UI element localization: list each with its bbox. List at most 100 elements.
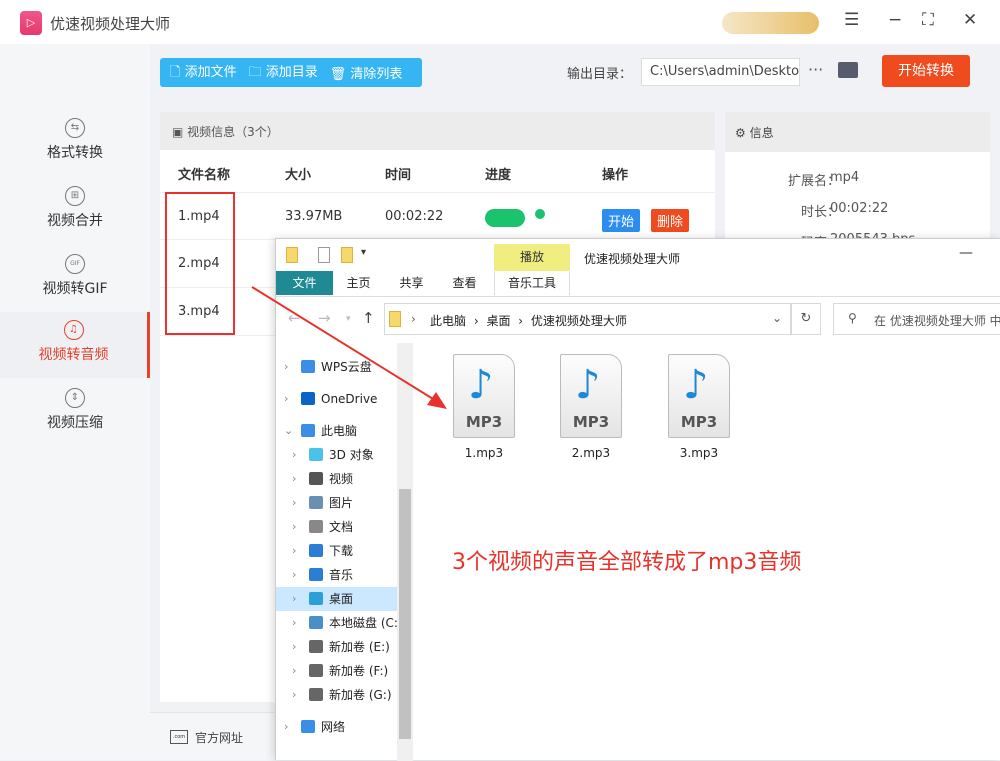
close-button[interactable]: ✕ (963, 10, 977, 30)
tab-file[interactable]: 文件 (276, 271, 333, 295)
file-explorer-window: ▾ 播放 优速视频处理大师 — 文件 主页 共享 查看 音乐工具 ← → ▾ ↑… (275, 238, 1000, 760)
nav-item[interactable]: ›桌面 (276, 587, 397, 611)
chevron-right-icon[interactable]: › (284, 355, 288, 379)
vip-badge[interactable] (722, 12, 819, 34)
explorer-minimize-button[interactable]: — (959, 245, 973, 261)
nav-item[interactable]: › 本地磁盘 (C: (276, 611, 397, 635)
clear-list-button[interactable]: 🗑 清除列表 (330, 63, 403, 82)
sidebar-item-video-to-gif[interactable]: GIF视频转GIF (0, 246, 150, 312)
nav-item[interactable]: ›OneDrive (276, 387, 397, 411)
file-item[interactable]: ♪MP33.mp3 (654, 354, 744, 460)
nav-item-label: 本地磁盘 (C: (329, 611, 397, 635)
recent-dropdown[interactable]: ▾ (346, 314, 351, 324)
nav-item[interactable]: ›WPS云盘 (276, 355, 397, 379)
nav-item[interactable]: ⌄ 此电脑 (276, 419, 397, 443)
sidebar-item-format-convert[interactable]: ⇆格式转换 (0, 110, 150, 176)
refresh-button[interactable]: ↻ (791, 303, 821, 335)
nav-item[interactable]: ›新加卷 (G:) (276, 683, 397, 707)
chevron-right-icon[interactable]: › (292, 515, 296, 539)
nav-item[interactable]: ›音乐 (276, 563, 397, 587)
nav-item[interactable]: ›图片 (276, 491, 397, 515)
chevron-right-icon[interactable]: › (284, 715, 288, 739)
explorer-title: 优速视频处理大师 (584, 250, 680, 267)
website-link[interactable]: 官方网址 (195, 729, 243, 746)
nav-item-icon (301, 424, 315, 437)
file-label: 2.mp3 (546, 446, 636, 460)
scrollbar-thumb[interactable] (399, 489, 411, 739)
info-panel-title: 信息 (750, 126, 774, 140)
nav-item-label: 新加卷 (F:) (329, 659, 388, 683)
nav-item[interactable]: › 新加卷 (E:) (276, 635, 397, 659)
output-dir-input[interactable]: C:\Users\admin\Deskto (641, 58, 800, 86)
file-item[interactable]: ♪MP32.mp3 (546, 354, 636, 460)
more-button[interactable]: ··· (808, 60, 823, 79)
forward-button[interactable]: → (318, 309, 331, 327)
maximize-button[interactable]: ⛶ (922, 10, 934, 30)
add-file-button[interactable]: 🗋 添加文件 (170, 61, 237, 85)
tab-view[interactable]: 查看 (442, 271, 487, 295)
chevron-right-icon[interactable]: › (292, 491, 296, 515)
sidebar-item-label: 视频转音频 (39, 347, 109, 363)
address-bar[interactable]: › 此电脑 › 桌面 › 优速视频处理大师 ⌄ (384, 303, 791, 335)
up-button[interactable]: ↑ (362, 309, 375, 327)
sidebar-item-video-merge[interactable]: ⊞视频合并 (0, 178, 150, 244)
breadcrumb-item[interactable]: 优速视频处理大师 (531, 314, 627, 328)
folder-icon[interactable] (838, 62, 858, 78)
nav-item[interactable]: › 新加卷 (F:) (276, 659, 397, 683)
minimize-button[interactable]: − (888, 10, 902, 30)
search-input[interactable]: ⚲在 优速视频处理大师 中 (833, 303, 1000, 335)
nav-item-icon (309, 592, 323, 605)
nav-item-icon (301, 360, 315, 373)
address-dropdown-icon[interactable]: ⌄ (772, 311, 782, 325)
sidebar-item-video-compress[interactable]: ⇕视频压缩 (0, 380, 150, 446)
footer: .com 官方网址 (150, 712, 275, 760)
divider (276, 296, 1000, 297)
chevron-right-icon[interactable]: › (292, 587, 296, 611)
nav-item[interactable]: ›视频 (276, 467, 397, 491)
nav-item-label: 此电脑 (321, 419, 357, 443)
menu-icon[interactable]: ☰ (844, 10, 859, 30)
nav-item[interactable]: ›文档 (276, 515, 397, 539)
nav-item-label: 3D 对象 (329, 443, 374, 467)
chevron-right-icon[interactable]: › (292, 635, 296, 659)
chevron-right-icon[interactable]: › (292, 563, 296, 587)
sidebar-item-video-to-audio[interactable]: ♫视频转音频 (0, 312, 150, 378)
add-directory-button[interactable]: 🗀 添加目录 (249, 61, 318, 85)
nav-item-icon (309, 520, 323, 533)
chevron-right-icon[interactable]: › (292, 443, 296, 467)
file-toolbar: 🗋 添加文件 🗀 添加目录 🗑 清除列表 (160, 58, 422, 87)
breadcrumb-item[interactable]: 此电脑 (430, 314, 466, 328)
file-label: 1.mp3 (439, 446, 529, 460)
new-folder-icon[interactable] (341, 247, 353, 263)
play-context-tab: 播放 (494, 244, 570, 271)
nav-item[interactable]: › 3D 对象 (276, 443, 397, 467)
start-button[interactable]: 开始 (602, 209, 640, 232)
customize-dropdown-icon[interactable]: ▾ (361, 247, 366, 258)
tab-share[interactable]: 共享 (389, 271, 434, 295)
tab-home[interactable]: 主页 (336, 271, 381, 295)
chevron-right-icon[interactable]: › (292, 683, 296, 707)
table-row[interactable]: 1.mp4 33.97MB 00:02:22 开始 删除 (160, 192, 715, 240)
delete-button[interactable]: 删除 (651, 209, 689, 232)
search-icon: ⚲ (848, 311, 857, 325)
breadcrumb-item[interactable]: 桌面 (486, 314, 510, 328)
navigation-pane: ›WPS云盘 ›OneDrive ⌄ 此电脑 › 3D 对象›视频›图片›文档›下载›音乐… (276, 343, 413, 761)
chevron-right-icon[interactable]: › (292, 539, 296, 563)
file-item[interactable]: ♪MP31.mp3 (439, 354, 529, 460)
chevron-right-icon[interactable]: › (292, 611, 296, 635)
file-duration: 00:02:22 (385, 209, 443, 224)
back-button[interactable]: ← (288, 309, 301, 327)
chevron-right-icon[interactable]: › (284, 387, 288, 411)
nav-item-label: 新加卷 (E:) (329, 635, 390, 659)
nav-item[interactable]: ›网络 (276, 715, 397, 739)
column-header: 时间 (385, 164, 411, 183)
tab-music-tools[interactable]: 音乐工具 (494, 271, 570, 295)
video-panel-title: 视频信息（3个） (187, 125, 279, 139)
start-convert-button[interactable]: 开始转换 (882, 55, 970, 87)
chevron-right-icon[interactable]: › (292, 467, 296, 491)
chevron-right-icon[interactable]: › (292, 659, 296, 683)
info-value: 00:02:22 (830, 201, 888, 216)
properties-icon[interactable] (318, 247, 330, 263)
chevron-down-icon[interactable]: ⌄ (284, 419, 293, 443)
nav-item[interactable]: ›下载 (276, 539, 397, 563)
